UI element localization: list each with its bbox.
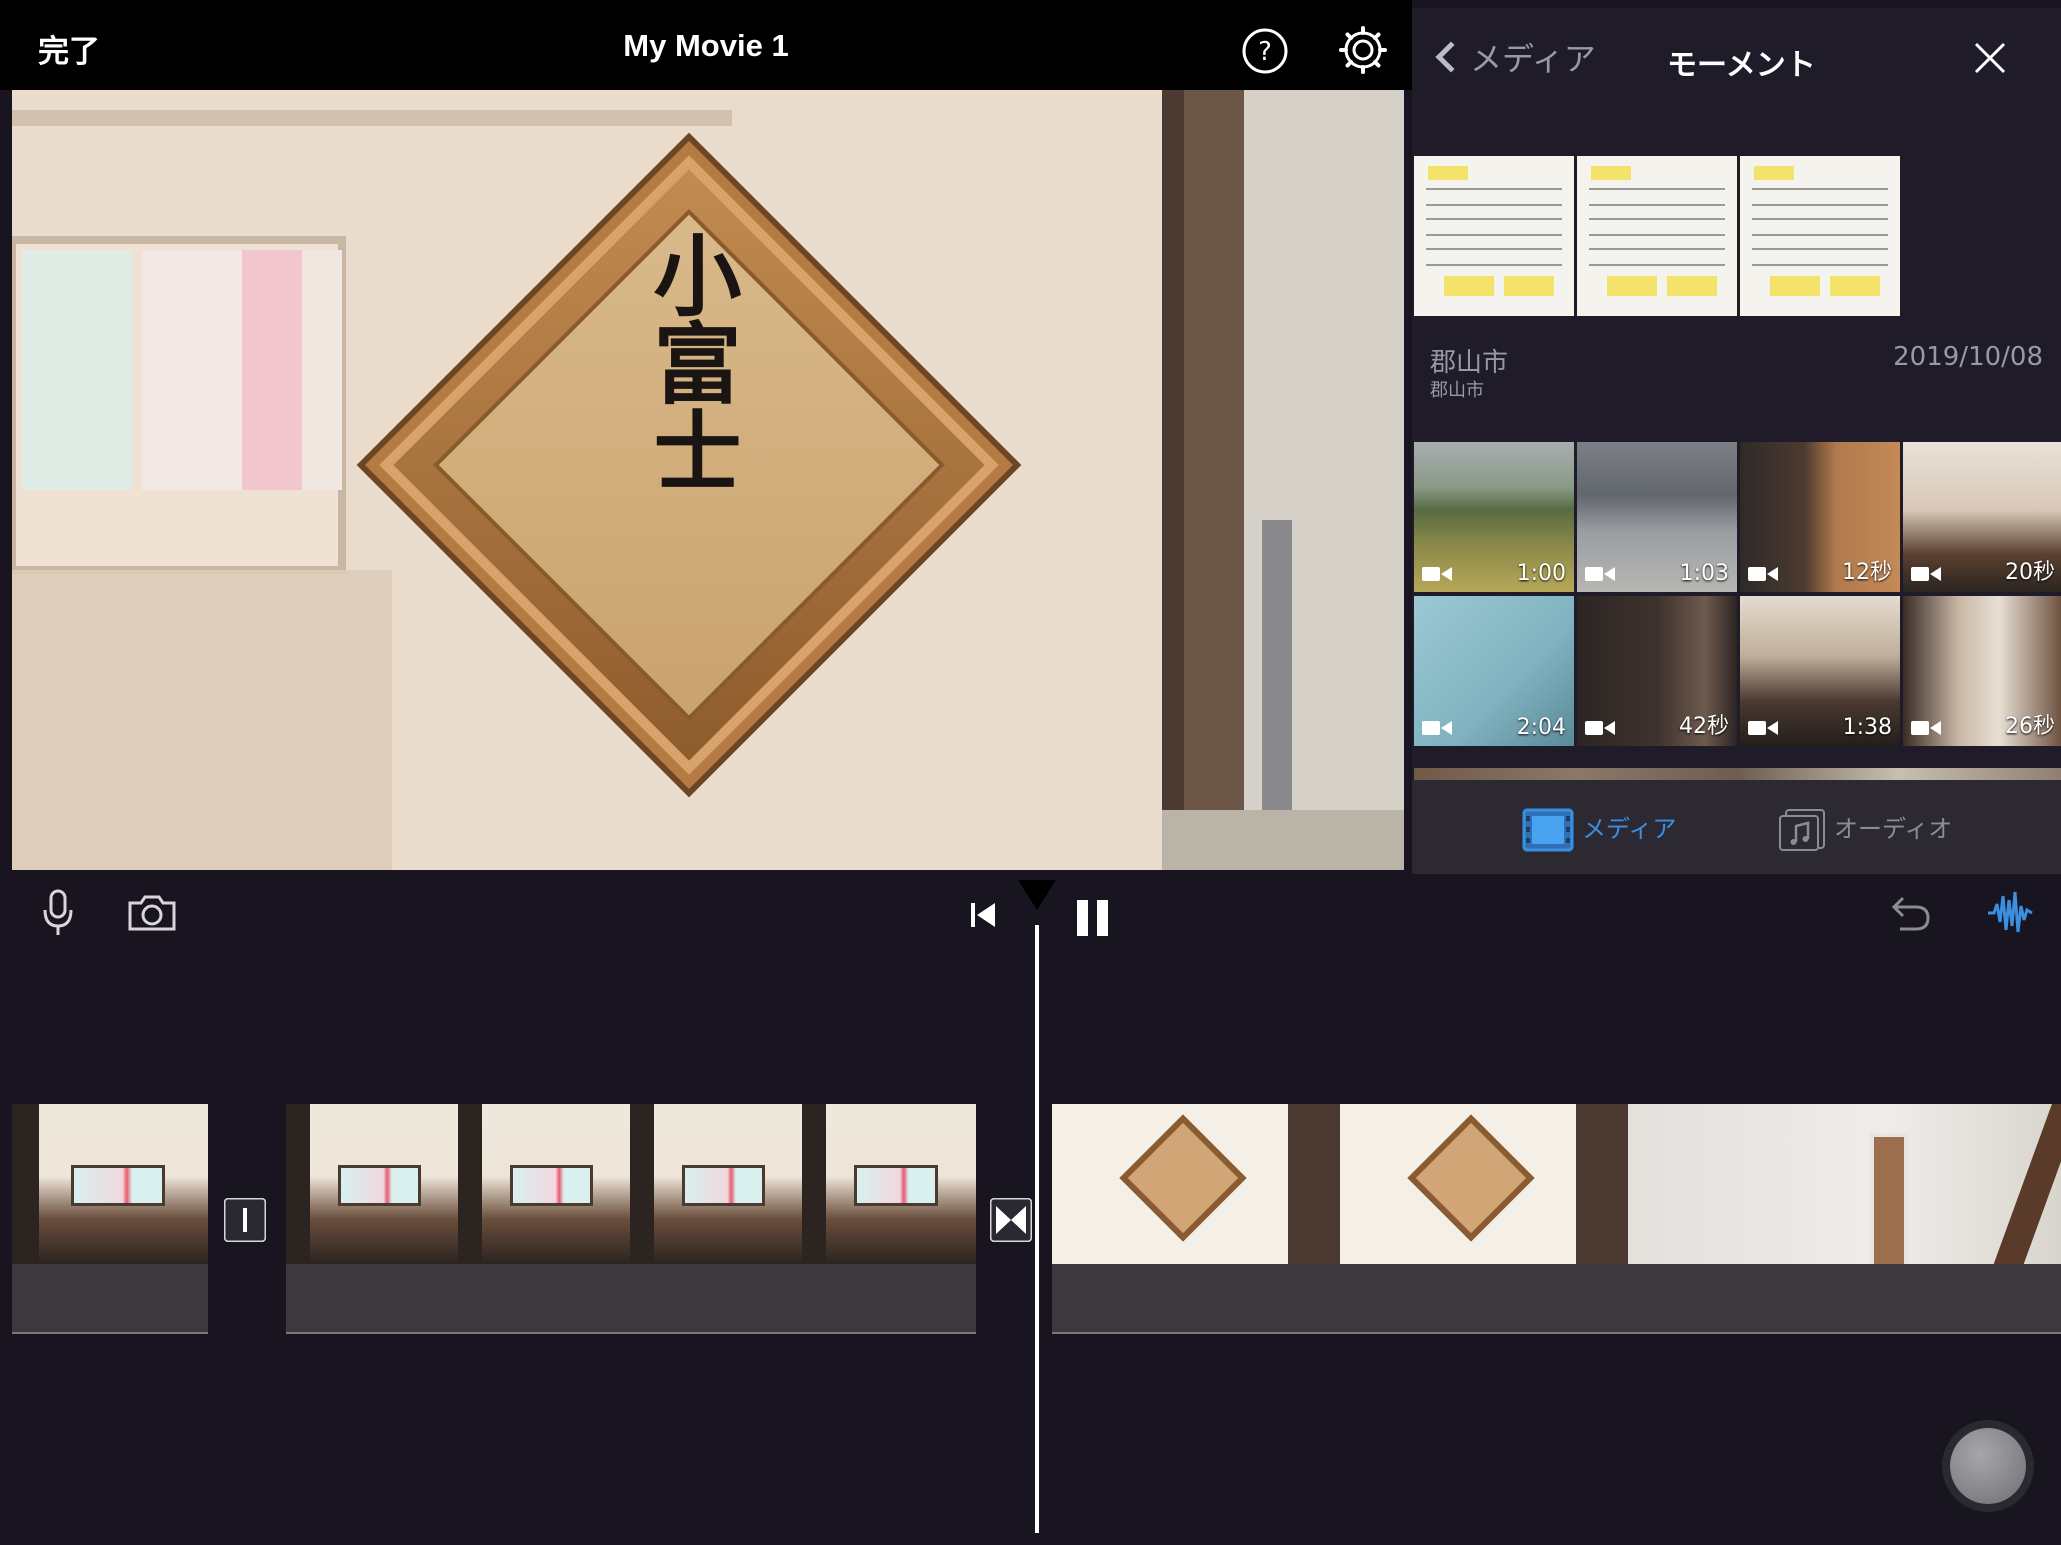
record-icon[interactable] xyxy=(1950,1428,2026,1504)
video-camera-icon xyxy=(1911,721,1941,735)
back-label: メディア xyxy=(1470,40,1596,78)
media-duration: 1:00 xyxy=(1516,561,1566,586)
video-camera-icon xyxy=(1748,721,1778,735)
camera-icon[interactable] xyxy=(126,893,178,933)
media-browser: メディア モーメント 郡山市 郡山市 2019/10/08 1:00 1:03 … xyxy=(1412,8,2061,874)
microphone-icon[interactable] xyxy=(40,888,76,938)
browser-tab-bar: メディア オーディオ xyxy=(1412,780,2061,874)
video-camera-icon xyxy=(1585,721,1615,735)
media-duration: 26秒 xyxy=(2005,714,2055,739)
browser-header: メディア モーメント xyxy=(1412,8,2061,108)
chevron-left-icon xyxy=(1435,41,1467,73)
media-duration: 20秒 xyxy=(2005,560,2055,585)
clip-audio-track xyxy=(286,1264,976,1334)
document-thumbnail[interactable] xyxy=(1577,156,1737,316)
undo-icon[interactable] xyxy=(1886,893,1932,933)
gear-icon[interactable] xyxy=(1338,25,1388,75)
clip-audio-track xyxy=(1052,1264,2061,1334)
video-camera-icon xyxy=(1748,567,1778,581)
video-camera-icon xyxy=(1911,567,1941,581)
waveform-icon[interactable] xyxy=(1986,888,2034,938)
panel-title: モーメント xyxy=(1667,48,1816,83)
tab-audio-label: オーディオ xyxy=(1834,815,1953,843)
playhead[interactable] xyxy=(1035,925,1039,1533)
tab-media-label: メディア xyxy=(1582,815,1677,843)
clip-audio-track xyxy=(12,1264,208,1334)
moment-date: 2019/10/08 xyxy=(1893,342,2043,372)
back-button[interactable]: メディア xyxy=(1435,34,1596,80)
moment-location: 郡山市 xyxy=(1430,348,1509,378)
help-icon[interactable]: ? xyxy=(1240,26,1290,76)
close-icon[interactable] xyxy=(1970,38,2010,78)
media-item[interactable]: 1:03 xyxy=(1577,442,1737,592)
video-camera-icon xyxy=(1585,567,1615,581)
playhead-marker xyxy=(1018,880,1056,910)
media-item[interactable]: 20秒 xyxy=(1903,442,2061,592)
sign-text: 小富士 xyxy=(639,230,743,494)
media-item[interactable]: 1:38 xyxy=(1740,596,1900,746)
media-item[interactable]: 26秒 xyxy=(1903,596,2061,746)
video-camera-icon xyxy=(1422,721,1452,735)
media-duration: 1:38 xyxy=(1842,715,1892,740)
tab-audio[interactable]: オーディオ xyxy=(1778,808,1952,852)
media-grid: 1:00 1:03 12秒 20秒 2:04 42秒 1:38 26秒 xyxy=(1414,442,2061,746)
transition-icon[interactable] xyxy=(224,1198,266,1242)
film-strip-icon xyxy=(1522,808,1574,852)
media-duration: 42秒 xyxy=(1679,714,1729,739)
media-item[interactable]: 2:04 xyxy=(1414,596,1574,746)
tab-media[interactable]: メディア xyxy=(1522,808,1676,852)
video-camera-icon xyxy=(1422,567,1452,581)
media-duration: 12秒 xyxy=(1842,560,1892,585)
timeline-clip[interactable] xyxy=(1052,1104,2061,1264)
project-title: My Movie 1 xyxy=(623,28,789,63)
media-item[interactable]: 1:00 xyxy=(1414,442,1574,592)
pause-icon[interactable] xyxy=(1075,898,1111,938)
transition-icon[interactable] xyxy=(990,1198,1032,1242)
document-thumbnails xyxy=(1414,156,1900,316)
media-duration: 1:03 xyxy=(1679,561,1729,586)
timeline-clip[interactable] xyxy=(286,1104,976,1264)
document-thumbnail[interactable] xyxy=(1740,156,1900,316)
media-item[interactable]: 12秒 xyxy=(1740,442,1900,592)
music-note-icon xyxy=(1779,809,1825,851)
media-duration: 2:04 xyxy=(1516,715,1566,740)
svg-text:?: ? xyxy=(1258,37,1272,67)
moment-sublocation: 郡山市 xyxy=(1430,380,1484,401)
skip-to-start-icon[interactable] xyxy=(968,900,998,930)
timeline-clip[interactable] xyxy=(12,1104,208,1264)
media-item[interactable]: 42秒 xyxy=(1577,596,1737,746)
document-thumbnail[interactable] xyxy=(1414,156,1574,316)
top-bar: 完了 My Movie 1 ? xyxy=(0,0,1412,90)
